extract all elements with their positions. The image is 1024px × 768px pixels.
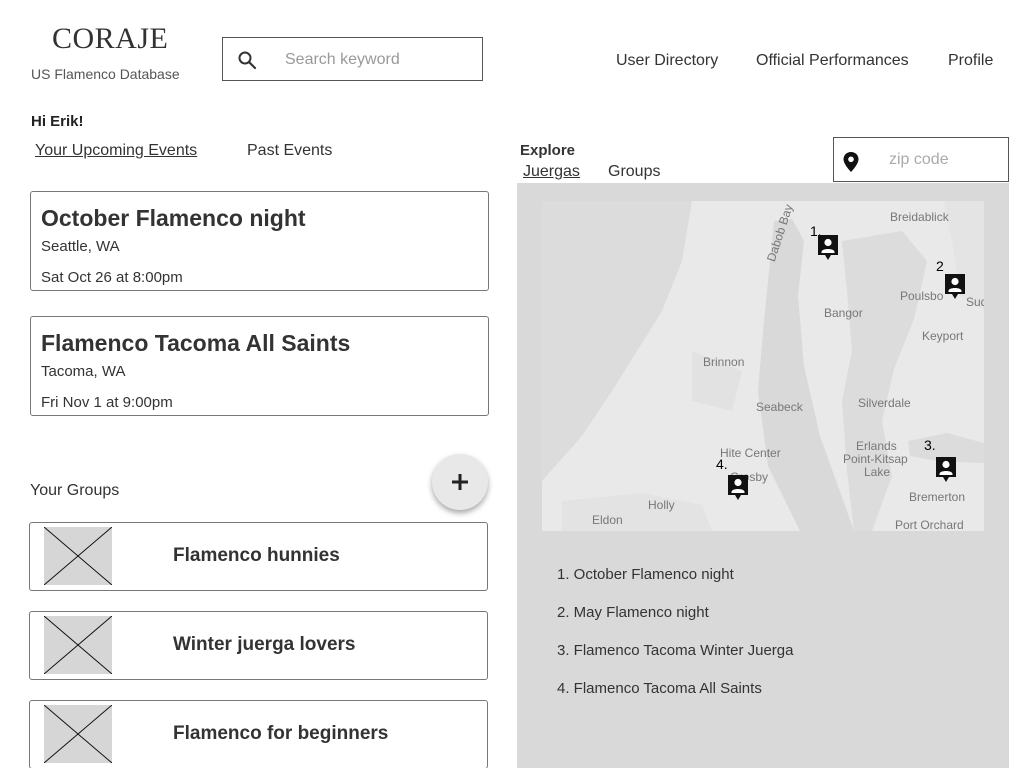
map-place-label: Hite Center — [720, 446, 781, 460]
group-card[interactable]: Winter juerga lovers — [29, 611, 488, 680]
map-place-label: Brinnon — [703, 355, 745, 369]
nav-user-directory[interactable]: User Directory — [616, 52, 718, 70]
event-time: Fri Nov 1 at 9:00pm — [41, 394, 173, 411]
person-pin-icon[interactable] — [815, 233, 841, 263]
group-name: Flamenco for beginners — [173, 723, 389, 744]
nav-official-performances[interactable]: Official Performances — [756, 52, 909, 70]
event-card[interactable]: Flamenco Tacoma All Saints Tacoma, WA Fr… — [30, 316, 489, 416]
person-pin-icon[interactable] — [725, 473, 751, 503]
image-placeholder-icon — [44, 527, 112, 585]
image-placeholder-icon — [44, 616, 112, 674]
map-place-label: Holly — [648, 498, 675, 512]
map-place-label: Bremerton — [909, 490, 966, 504]
tab-past-events[interactable]: Past Events — [247, 142, 332, 160]
person-pin-icon[interactable] — [942, 272, 968, 302]
marker-number: 4. — [716, 456, 728, 472]
map-place-label: Poulsbo — [900, 289, 944, 303]
search-icon — [238, 51, 257, 70]
nav-profile[interactable]: Profile — [948, 52, 993, 70]
marker-number: 3. — [924, 437, 936, 453]
search-box[interactable] — [222, 37, 483, 81]
list-item[interactable]: 1. October Flamenco night — [557, 566, 794, 604]
event-title: October Flamenco night — [41, 205, 306, 231]
event-time: Sat Oct 26 at 8:00pm — [41, 269, 183, 286]
groups-heading: Your Groups — [30, 482, 120, 499]
location-pin-icon — [843, 152, 859, 172]
map-place-label: Point-Kitsap — [843, 452, 908, 466]
map-place-label: Lake — [864, 465, 891, 479]
event-location: Tacoma, WA — [41, 363, 126, 380]
greeting: Hi Erik! — [31, 113, 84, 130]
map-place-label: Bangor — [824, 306, 863, 320]
plus-icon — [452, 474, 468, 490]
tab-upcoming-events[interactable]: Your Upcoming Events — [35, 142, 197, 160]
tab-juergas[interactable]: Juergas — [523, 163, 580, 181]
map-place-label: Silverdale — [858, 396, 911, 410]
event-location: Seattle, WA — [41, 238, 120, 255]
map-place-label: Erlands — [856, 439, 897, 453]
map-place-label: Keyport — [922, 329, 964, 343]
map-place-label: Eldon — [592, 513, 623, 527]
event-card[interactable]: October Flamenco night Seattle, WA Sat O… — [30, 191, 489, 291]
map-place-label: Breidablick — [890, 210, 949, 224]
search-input[interactable] — [285, 48, 475, 72]
group-name: Flamenco hunnies — [173, 545, 340, 566]
group-card[interactable]: Flamenco hunnies — [29, 522, 488, 591]
map-place-label: Suq — [966, 295, 984, 309]
list-item[interactable]: 3. Flamenco Tacoma Winter Juerga — [557, 642, 794, 680]
app-tagline: US Flamenco Database — [31, 66, 180, 82]
map-place-label: Seabeck — [756, 400, 803, 414]
explore-heading: Explore — [520, 142, 576, 159]
list-item[interactable]: 4. Flamenco Tacoma All Saints — [557, 680, 794, 718]
event-title: Flamenco Tacoma All Saints — [41, 330, 351, 356]
juerga-list: 1. October Flamenco night 2. May Flamenc… — [557, 566, 794, 718]
image-placeholder-icon — [44, 705, 112, 763]
list-item[interactable]: 2. May Flamenco night — [557, 604, 794, 642]
zip-code-box[interactable] — [833, 137, 1009, 182]
group-name: Winter juerga lovers — [173, 634, 356, 655]
zip-code-input[interactable] — [889, 149, 1001, 171]
add-group-button[interactable] — [432, 454, 488, 510]
tab-groups[interactable]: Groups — [608, 163, 660, 181]
person-pin-icon[interactable] — [933, 455, 959, 485]
map-place-label: Port Orchard — [895, 518, 964, 531]
group-card[interactable]: Flamenco for beginners — [29, 700, 488, 768]
app-logo[interactable]: CORAJE — [52, 22, 168, 56]
map[interactable]: Breidablick Dabob Bay Poulsbo Suq Bangor… — [542, 201, 984, 531]
